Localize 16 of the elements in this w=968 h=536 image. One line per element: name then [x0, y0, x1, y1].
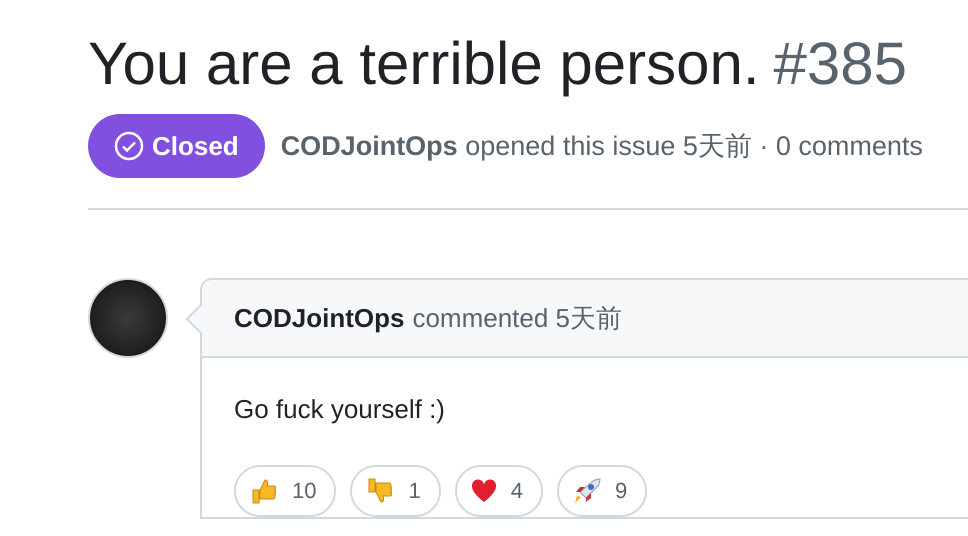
reaction-button[interactable]: 4 — [454, 465, 543, 517]
reaction-button[interactable]: 9 — [556, 465, 648, 517]
issue-number: #385 — [774, 29, 908, 98]
thumbs-down-icon — [366, 477, 394, 505]
status-badge: Closed — [88, 114, 265, 178]
rocket-icon — [572, 477, 601, 505]
issue-title: You are a terrible person. — [88, 29, 760, 99]
reaction-button[interactable]: 10 — [234, 465, 336, 517]
comment-author-link[interactable]: CODJointOps — [234, 302, 404, 334]
check-circle-icon — [114, 131, 144, 161]
reaction-button[interactable]: 1 — [350, 465, 441, 517]
comment-body-text: Go fuck yourself :) — [234, 394, 446, 425]
heart-icon — [470, 479, 497, 503]
thumbs-up-icon — [250, 477, 278, 505]
issue-meta-text: CODJointOps opened this issue 5天前 · 0 comments — [280, 130, 923, 163]
comment-timestamp: commented 5天前 — [412, 302, 622, 334]
